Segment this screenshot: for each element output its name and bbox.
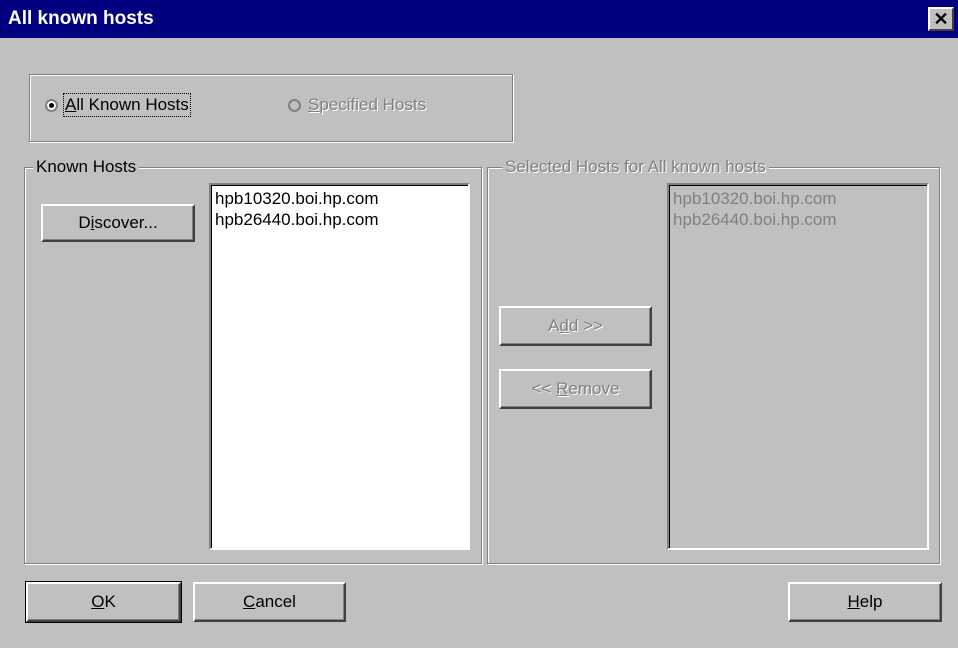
add-button[interactable]: Add >>	[499, 306, 652, 346]
close-button[interactable]: ✕	[928, 7, 954, 31]
all-known-hosts-dialog: All known hosts ✕ All Known Hosts Specif…	[0, 0, 958, 648]
remove-button[interactable]: << Remove	[499, 369, 652, 409]
radio-checked-icon	[45, 98, 58, 112]
ok-button-label: OK	[91, 592, 116, 611]
add-button-label: Add >>	[548, 316, 603, 335]
help-button[interactable]: Help	[788, 582, 942, 622]
discover-button-label: Discover...	[78, 213, 158, 232]
discover-button[interactable]: Discover...	[41, 204, 195, 242]
known-hosts-group-label: Known Hosts	[33, 157, 140, 177]
title-bar: All known hosts ✕	[0, 0, 958, 38]
help-button-label: Help	[847, 592, 883, 611]
selected-hosts-group-label: Selected Hosts for All known hosts	[502, 157, 769, 177]
radio-unchecked-icon	[288, 98, 301, 112]
radio-all-known-hosts[interactable]: All Known Hosts	[45, 93, 191, 117]
list-item[interactable]: hpb26440.boi.hp.com	[673, 209, 923, 230]
close-icon: ✕	[933, 9, 949, 29]
list-item[interactable]: hpb26440.boi.hp.com	[215, 209, 464, 230]
cancel-button-label: Cancel	[243, 592, 296, 611]
radio-specified-hosts-label: Specified Hosts	[308, 95, 427, 114]
ok-button[interactable]: OK	[25, 581, 182, 623]
radio-specified-hosts[interactable]: Specified Hosts	[288, 95, 426, 115]
host-scope-group: All Known Hosts Specified Hosts	[29, 74, 513, 142]
radio-all-known-hosts-label: All Known Hosts	[63, 93, 191, 117]
cancel-button[interactable]: Cancel	[193, 582, 346, 622]
list-item[interactable]: hpb10320.boi.hp.com	[673, 188, 923, 209]
selected-hosts-list[interactable]: hpb10320.boi.hp.com hpb26440.boi.hp.com	[667, 183, 929, 550]
dialog-title: All known hosts	[8, 8, 154, 29]
list-item[interactable]: hpb10320.boi.hp.com	[215, 188, 464, 209]
known-hosts-list[interactable]: hpb10320.boi.hp.com hpb26440.boi.hp.com	[209, 183, 470, 550]
remove-button-label: << Remove	[531, 379, 620, 398]
